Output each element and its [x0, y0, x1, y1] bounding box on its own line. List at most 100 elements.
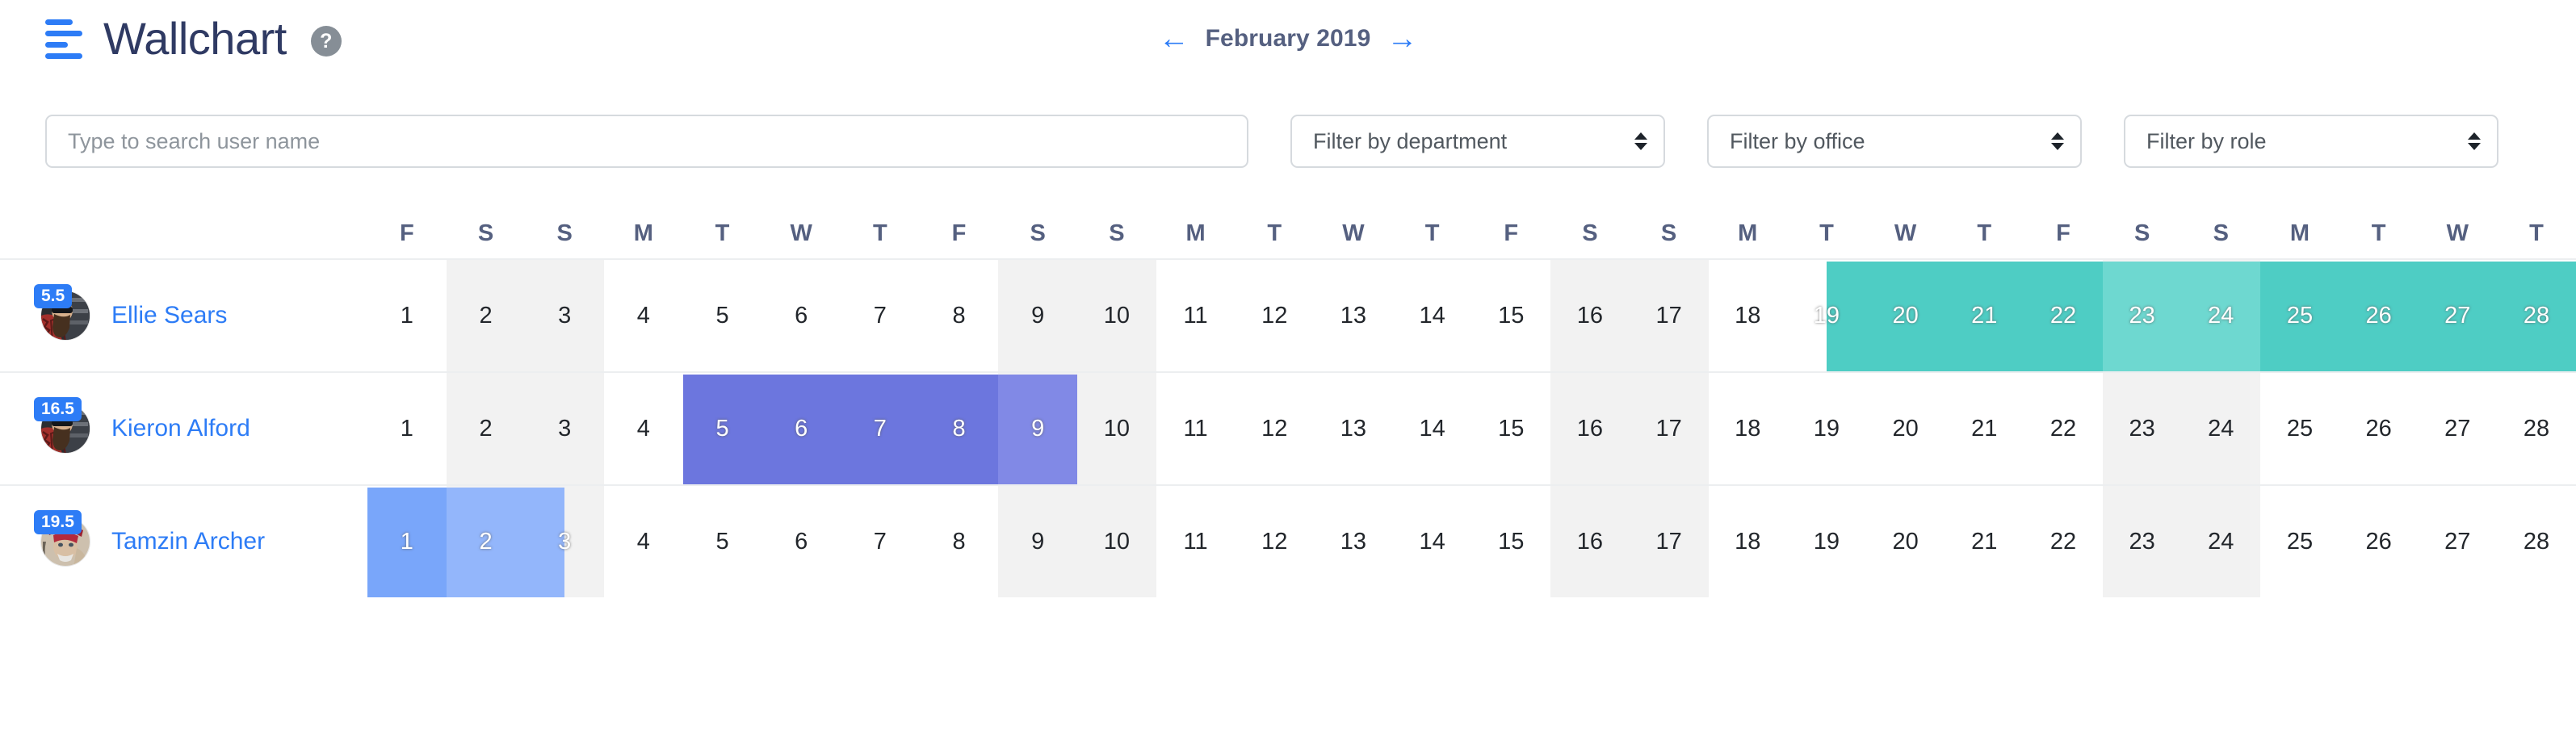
calendar-day-cell[interactable]: 4 — [604, 373, 683, 484]
calendar-day-cell[interactable]: 11 — [1156, 260, 1236, 371]
calendar-day-cell[interactable]: 6 — [761, 260, 841, 371]
calendar-day-cell[interactable]: 10 — [1077, 486, 1156, 597]
user-name-link[interactable]: Tamzin Archer — [111, 528, 265, 555]
calendar-day-cell[interactable]: 20 — [1866, 486, 1945, 597]
calendar-day-cell[interactable]: 19 — [1787, 373, 1866, 484]
calendar-day-cell[interactable]: 18 — [1708, 486, 1787, 597]
calendar-day-cell[interactable]: 25 — [2260, 260, 2339, 371]
calendar-day-cell[interactable]: 4 — [604, 486, 683, 597]
calendar-day-cell[interactable]: 19 — [1787, 486, 1866, 597]
calendar-day-cell[interactable]: 8 — [920, 486, 999, 597]
calendar-day-cell[interactable]: 13 — [1314, 373, 1393, 484]
calendar-day-cell[interactable]: 18 — [1708, 260, 1787, 371]
calendar-day-cell[interactable]: 15 — [1471, 486, 1550, 597]
hamburger-icon[interactable] — [45, 18, 82, 60]
calendar-day-cell[interactable]: 21 — [1945, 486, 2024, 597]
calendar-day-cell[interactable]: 23 — [2103, 373, 2182, 484]
calendar-day-cell[interactable]: 16 — [1550, 486, 1630, 597]
calendar-day-cell[interactable]: 6 — [761, 486, 841, 597]
calendar-day-cell[interactable]: 16 — [1550, 373, 1630, 484]
calendar-day-cell[interactable]: 11 — [1156, 373, 1236, 484]
calendar-day-cell[interactable]: 15 — [1471, 260, 1550, 371]
calendar-day-cell[interactable]: 2 — [447, 373, 526, 484]
calendar-day-cell[interactable]: 21 — [1945, 373, 2024, 484]
current-month-label: February 2019 — [1205, 25, 1371, 52]
calendar-day-cell[interactable]: 22 — [2024, 373, 2103, 484]
calendar-day-cell[interactable]: 26 — [2339, 260, 2419, 371]
calendar-day-cell[interactable]: 21 — [1945, 260, 2024, 371]
calendar-day-cell[interactable]: 4 — [604, 260, 683, 371]
calendar-day-cell[interactable]: 10 — [1077, 373, 1156, 484]
calendar-day-cell[interactable]: 10 — [1077, 260, 1156, 371]
calendar-day-cell[interactable]: 9 — [998, 486, 1077, 597]
calendar-day-cell[interactable]: 17 — [1630, 260, 1709, 371]
day-of-week-header-24: S — [2181, 208, 2260, 258]
calendar-day-cell[interactable]: 1 — [367, 486, 447, 597]
calendar-day-cell[interactable]: 28 — [2497, 260, 2576, 371]
calendar-day-cell[interactable]: 12 — [1235, 373, 1314, 484]
calendar-day-cell[interactable]: 5 — [683, 373, 762, 484]
calendar-day-cell[interactable]: 12 — [1235, 486, 1314, 597]
office-filter-select[interactable]: Filter by office — [1707, 115, 2082, 168]
calendar-day-cell[interactable]: 27 — [2418, 373, 2497, 484]
calendar-day-cell[interactable]: 3 — [525, 260, 604, 371]
calendar-day-cell[interactable]: 17 — [1630, 373, 1709, 484]
calendar-day-cell[interactable]: 22 — [2024, 260, 2103, 371]
calendar-day-cell[interactable]: 16 — [1550, 260, 1630, 371]
question-mark-icon[interactable]: ? — [310, 26, 342, 57]
user-name-link[interactable]: Kieron Alford — [111, 415, 250, 442]
user-name-link[interactable]: Ellie Sears — [111, 302, 227, 329]
calendar-day-cell[interactable]: 7 — [841, 373, 920, 484]
calendar-day-cell[interactable]: 1 — [367, 260, 447, 371]
calendar-day-cell[interactable]: 8 — [920, 260, 999, 371]
calendar-day-cell[interactable]: 11 — [1156, 486, 1236, 597]
calendar-day-cell[interactable]: 9 — [998, 373, 1077, 484]
role-filter-select[interactable]: Filter by role — [2124, 115, 2498, 168]
department-filter-select[interactable]: Filter by department — [1290, 115, 1665, 168]
calendar-day-cell[interactable]: 20 — [1866, 260, 1945, 371]
calendar-day-cell[interactable]: 22 — [2024, 486, 2103, 597]
calendar-day-cell[interactable]: 23 — [2103, 486, 2182, 597]
calendar-day-cell[interactable]: 25 — [2260, 486, 2339, 597]
calendar-day-cell[interactable]: 15 — [1471, 373, 1550, 484]
calendar-day-cell[interactable]: 2 — [447, 486, 526, 597]
calendar-day-cell[interactable]: 20 — [1866, 373, 1945, 484]
calendar-day-cell[interactable]: 19 — [1787, 260, 1866, 371]
calendar-day-cell[interactable]: 1 — [367, 373, 447, 484]
calendar-day-cell[interactable]: 3 — [525, 373, 604, 484]
calendar-day-cell[interactable]: 23 — [2103, 260, 2182, 371]
calendar-day-cell[interactable]: 25 — [2260, 373, 2339, 484]
calendar-day-cell[interactable]: 6 — [761, 373, 841, 484]
calendar-day-cell[interactable]: 7 — [841, 260, 920, 371]
calendar-day-cell[interactable]: 26 — [2339, 373, 2419, 484]
calendar-day-cell[interactable]: 24 — [2181, 373, 2260, 484]
calendar-day-cell[interactable]: 5 — [683, 486, 762, 597]
calendar-day-cell[interactable]: 26 — [2339, 486, 2419, 597]
calendar-day-cell[interactable]: 28 — [2497, 373, 2576, 484]
calendar-day-cell[interactable]: 8 — [920, 373, 999, 484]
calendar-day-cell[interactable]: 24 — [2181, 486, 2260, 597]
search-field-wrapper — [45, 115, 1248, 168]
calendar-day-cell[interactable]: 18 — [1708, 373, 1787, 484]
day-number-label: 8 — [952, 415, 966, 442]
app-header: Wallchart ? ← February 2019 → — [0, 0, 2576, 77]
prev-month-arrow-icon[interactable]: ← — [1159, 23, 1189, 54]
calendar-day-cell[interactable]: 2 — [447, 260, 526, 371]
search-input[interactable] — [45, 115, 1248, 168]
next-month-arrow-icon[interactable]: → — [1387, 23, 1417, 54]
calendar-day-cell[interactable]: 7 — [841, 486, 920, 597]
calendar-day-cell[interactable]: 14 — [1393, 260, 1472, 371]
calendar-day-cell[interactable]: 12 — [1235, 260, 1314, 371]
calendar-day-cell[interactable]: 14 — [1393, 486, 1472, 597]
calendar-day-cell[interactable]: 3 — [525, 486, 604, 597]
calendar-day-cell[interactable]: 13 — [1314, 260, 1393, 371]
calendar-day-cell[interactable]: 5 — [683, 260, 762, 371]
calendar-day-cell[interactable]: 9 — [998, 260, 1077, 371]
calendar-day-cell[interactable]: 14 — [1393, 373, 1472, 484]
calendar-day-cell[interactable]: 24 — [2181, 260, 2260, 371]
calendar-day-cell[interactable]: 27 — [2418, 260, 2497, 371]
calendar-day-cell[interactable]: 28 — [2497, 486, 2576, 597]
calendar-day-cell[interactable]: 13 — [1314, 486, 1393, 597]
calendar-day-cell[interactable]: 17 — [1630, 486, 1709, 597]
calendar-day-cell[interactable]: 27 — [2418, 486, 2497, 597]
